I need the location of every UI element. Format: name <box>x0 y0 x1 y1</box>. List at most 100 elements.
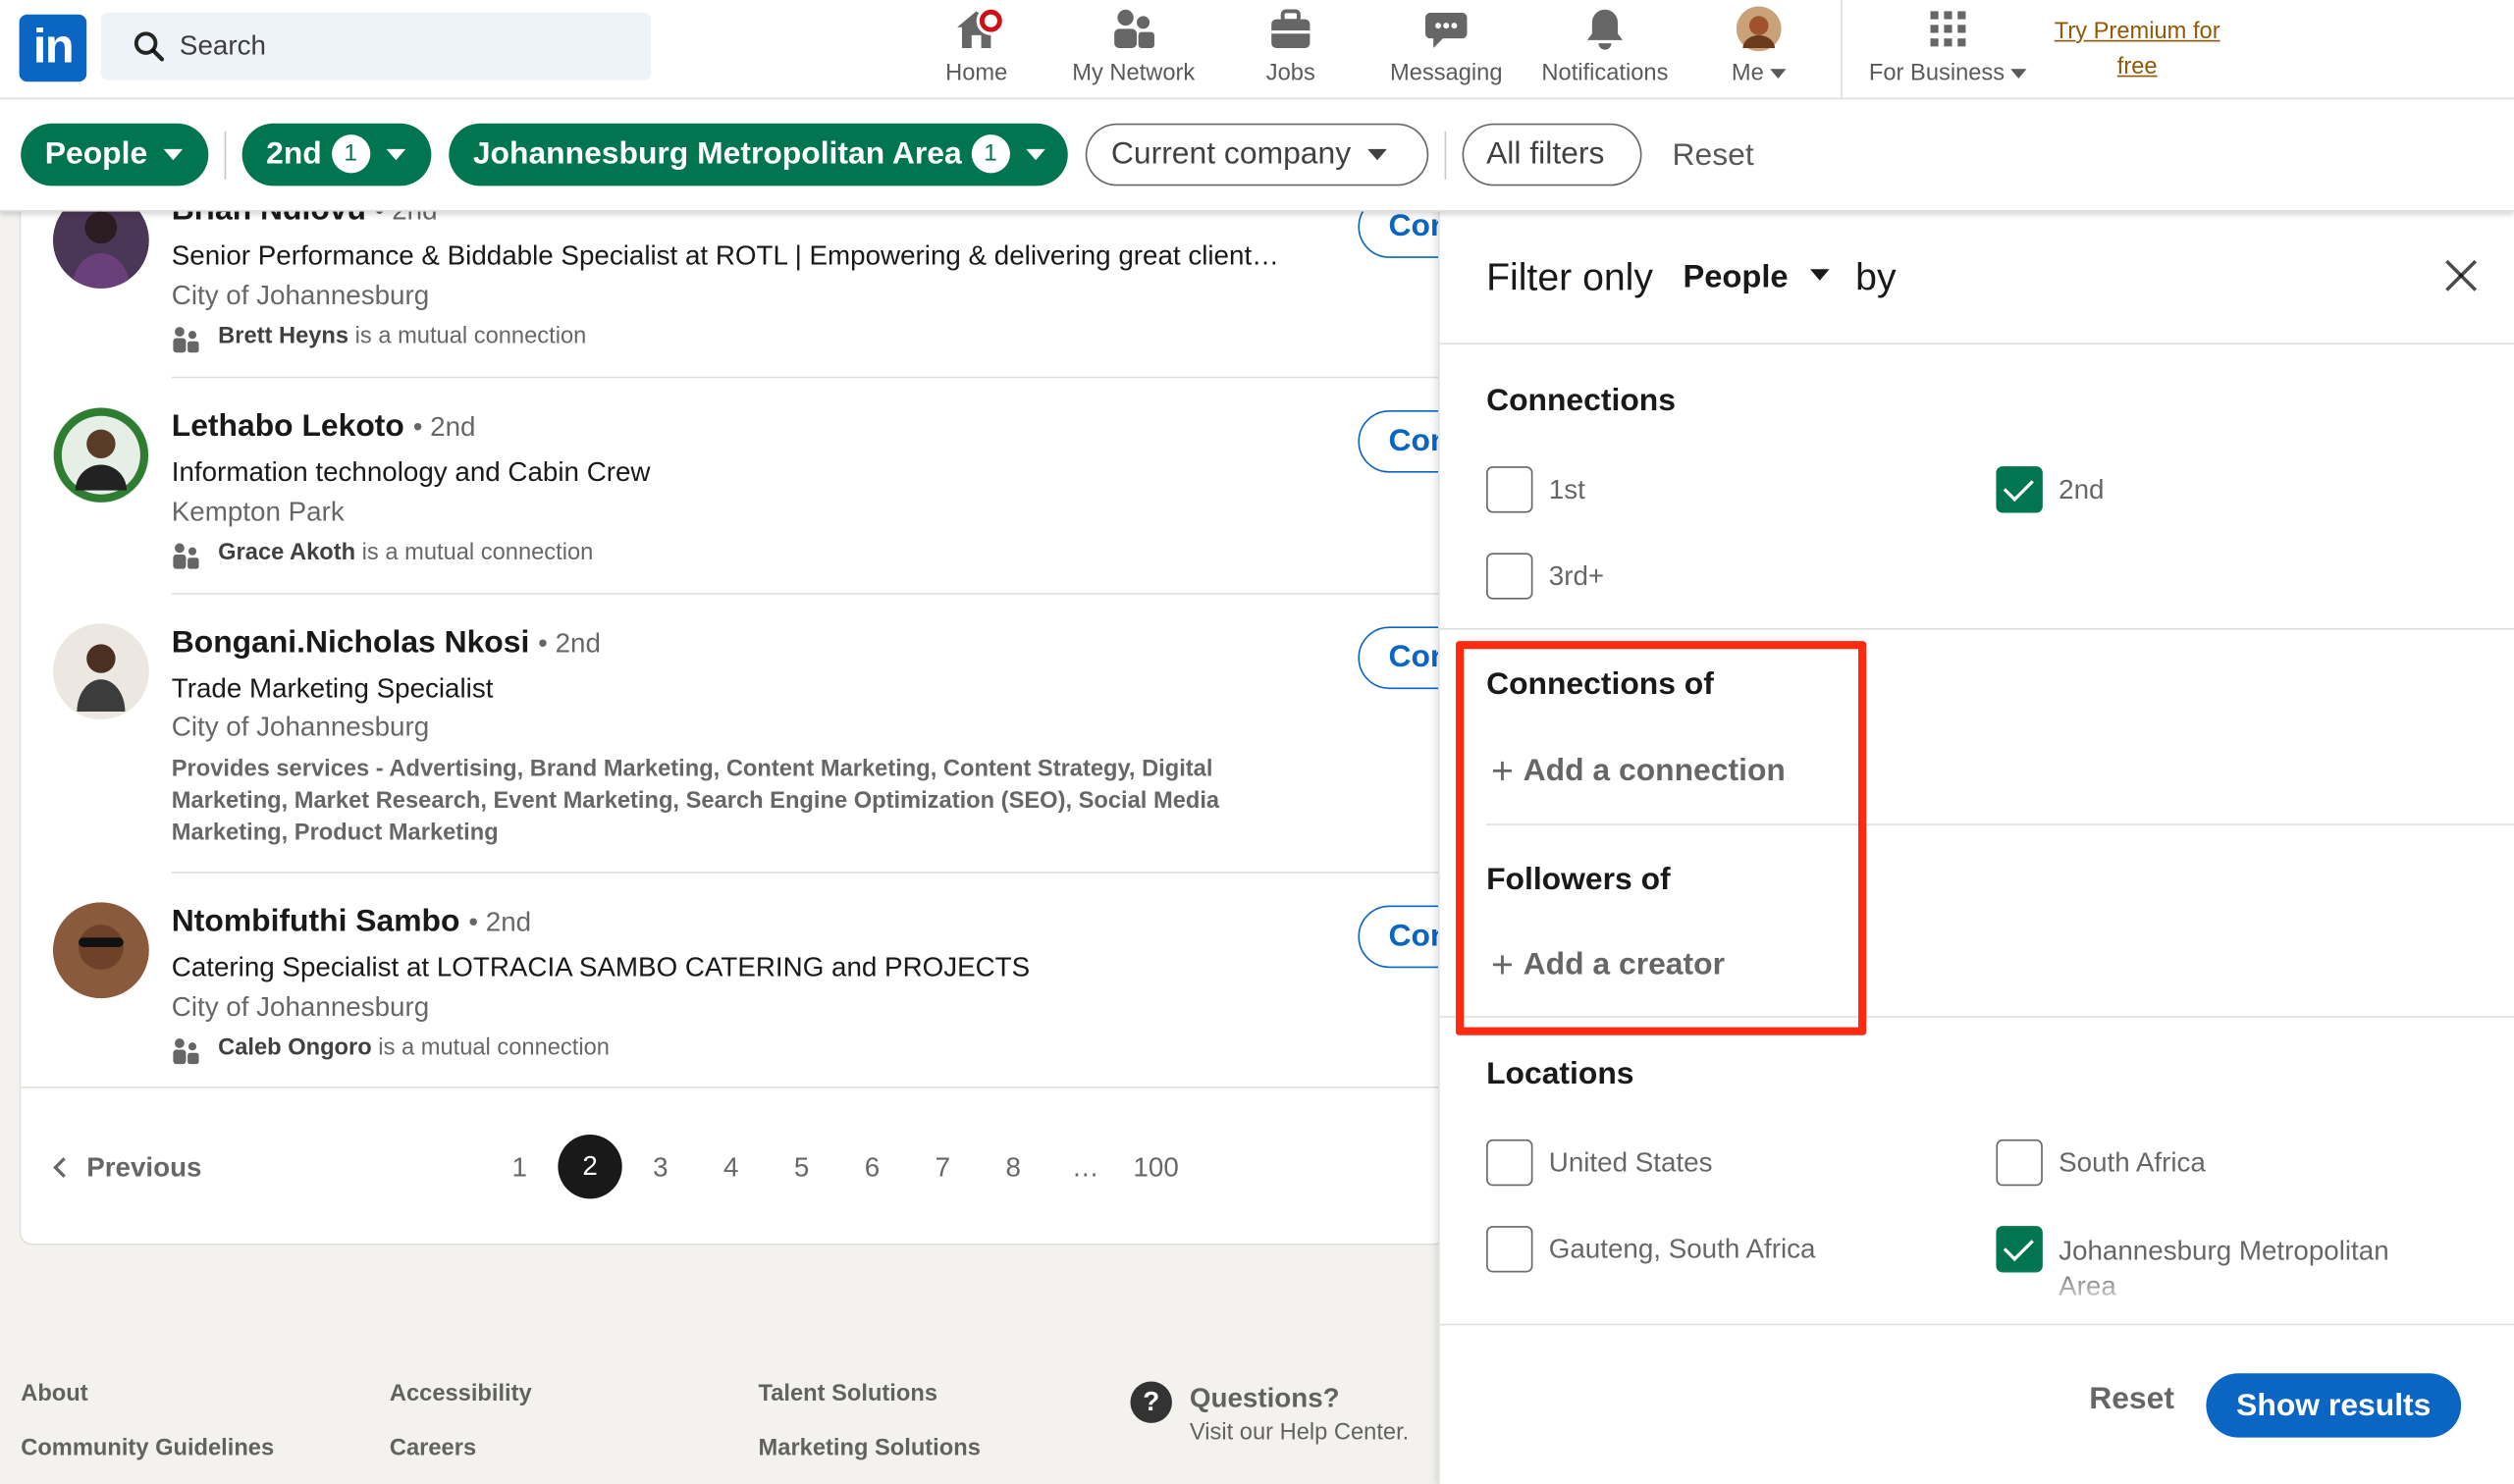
degree-filter-button[interactable]: 2nd 1 <box>241 123 432 186</box>
page-5[interactable]: 5 <box>770 1152 833 1185</box>
panel-divider <box>1486 823 1860 825</box>
chevron-down-icon <box>1366 149 1387 161</box>
checkbox-johannesburg[interactable] <box>1996 1226 2043 1273</box>
footer-link-about[interactable]: About <box>21 1381 87 1406</box>
chevron-left-icon <box>53 1157 74 1178</box>
nav-me-label: Me <box>1725 61 1792 86</box>
footer-link-community-guidelines[interactable]: Community Guidelines <box>21 1436 274 1461</box>
page-4[interactable]: 4 <box>699 1152 763 1185</box>
result-name[interactable]: Brian Ndlovu • 2nd <box>172 212 438 230</box>
footer-link-marketing-solutions[interactable]: Marketing Solutions <box>759 1436 981 1461</box>
nav-for-business[interactable]: For Business <box>1860 7 2037 93</box>
result-location: City of Johannesburg <box>171 711 430 742</box>
people-icon <box>173 543 199 569</box>
connect-button[interactable]: Connect <box>1358 409 1445 473</box>
followers-of-heading: Followers of <box>1486 862 1671 898</box>
add-creator-button[interactable]: + Add a creator <box>1491 944 1725 989</box>
nav-notifications[interactable]: Notifications <box>1532 7 1677 93</box>
page-100[interactable]: 100 <box>1124 1152 1188 1185</box>
chevron-down-icon <box>1026 149 1045 161</box>
checkbox-1st[interactable] <box>1486 466 1533 513</box>
checkbox-united-states[interactable] <box>1486 1139 1533 1187</box>
previous-label: Previous <box>86 1151 202 1184</box>
panel-divider <box>1439 628 2514 630</box>
chevron-down-icon <box>1810 269 1831 281</box>
question-icon: ? <box>1130 1381 1172 1423</box>
result-services: Provides services - Advertising, Brand M… <box>171 756 1220 847</box>
page-2-current[interactable]: 2 <box>558 1135 622 1199</box>
connection-degree: • 2nd <box>412 411 476 443</box>
checkbox-gauteng[interactable] <box>1486 1226 1533 1273</box>
page-1[interactable]: 1 <box>488 1152 552 1185</box>
help-questions: Questions? <box>1189 1383 1340 1414</box>
current-company-filter-button[interactable]: Current company <box>1085 123 1429 186</box>
nav-me-text: Me <box>1731 61 1764 87</box>
filter-count-badge: 1 <box>971 134 1010 174</box>
result-headline: Catering Specialist at LOTRACIA SAMBO CA… <box>171 951 1031 982</box>
panel-footer: Reset Show results <box>1439 1323 2514 1484</box>
result-divider <box>171 593 1445 595</box>
footer-link-careers[interactable]: Careers <box>390 1436 476 1461</box>
avatar[interactable] <box>52 902 149 999</box>
people-icon <box>173 327 199 353</box>
connect-button[interactable]: Connect <box>1358 626 1445 690</box>
help-center-link[interactable]: Visit our Help Center. <box>1190 1420 1409 1446</box>
location-filter-label: Johannesburg Metropolitan Area <box>472 135 962 172</box>
footer-link-accessibility[interactable]: Accessibility <box>390 1381 532 1406</box>
search-input[interactable]: Search <box>100 13 652 80</box>
add-connection-button[interactable]: + Add a connection <box>1491 750 1786 795</box>
plus-icon: + <box>1490 750 1514 794</box>
connect-button[interactable]: Connect <box>1358 905 1445 969</box>
people-filter-button[interactable]: People <box>21 123 209 186</box>
connection-degree: • 2nd <box>538 628 601 660</box>
connection-degree: • 2nd <box>375 212 438 227</box>
premium-line-2: free <box>2116 54 2158 80</box>
pagination: Previous 1 2 3 4 5 6 7 8 … 100 <box>21 1086 1445 1244</box>
panel-reset-button[interactable]: Reset <box>2089 1381 2174 1418</box>
checkbox-2nd[interactable] <box>1996 466 2043 513</box>
filter-count-badge: 1 <box>331 134 370 174</box>
result-name-text: Ntombifuthi Sambo <box>171 903 460 939</box>
mutual-text: Caleb Ongoro is a mutual connection <box>218 1035 610 1061</box>
nav-for-business-text: For Business <box>1868 61 2006 87</box>
mutual-suffix: is a mutual connection <box>355 540 594 566</box>
premium-line-1: Try Premium for <box>2054 19 2220 45</box>
avatar[interactable] <box>52 406 149 504</box>
try-premium-link[interactable]: Try Premium for free <box>2038 15 2237 85</box>
page-3[interactable]: 3 <box>628 1152 692 1185</box>
show-results-button[interactable]: Show results <box>2206 1373 2462 1438</box>
nav-home[interactable]: Home <box>936 6 1017 93</box>
checkbox-united-states-label: United States <box>1548 1147 1713 1179</box>
location-filter-button[interactable]: Johannesburg Metropolitan Area 1 <box>449 123 1068 186</box>
page-7[interactable]: 7 <box>911 1152 975 1185</box>
result-name[interactable]: Lethabo Lekoto • 2nd <box>172 408 476 446</box>
result-name[interactable]: Ntombifuthi Sambo • 2nd <box>172 904 531 941</box>
avatar[interactable] <box>52 211 149 289</box>
nav-me[interactable]: Me <box>1725 6 1792 93</box>
bell-icon <box>1582 7 1628 52</box>
page-6[interactable]: 6 <box>840 1152 904 1185</box>
checkbox-south-africa[interactable] <box>1996 1139 2043 1187</box>
panel-title-prefix: Filter only <box>1486 256 1653 300</box>
mutual-text: Brett Heyns is a mutual connection <box>218 324 586 349</box>
all-filters-button[interactable]: All filters <box>1462 123 1642 186</box>
connect-button[interactable]: Connect <box>1358 211 1445 258</box>
linkedin-logo[interactable]: in <box>19 14 87 82</box>
reset-filters-button[interactable]: Reset <box>1673 137 1754 175</box>
footer-link-talent-solutions[interactable]: Talent Solutions <box>759 1381 937 1406</box>
nav-my-network[interactable]: My Network <box>1061 7 1205 93</box>
result-type-dropdown[interactable]: People <box>1683 260 1855 294</box>
nav-messaging[interactable]: Messaging <box>1382 7 1511 93</box>
previous-page-button[interactable]: Previous <box>53 1151 202 1185</box>
mutual-name: Brett Heyns <box>218 323 349 349</box>
close-icon[interactable] <box>2442 256 2481 294</box>
result-name-text: Lethabo Lekoto <box>171 408 404 445</box>
current-company-label: Current company <box>1110 135 1352 172</box>
chevron-down-icon <box>386 149 405 161</box>
result-name[interactable]: Bongani.Nicholas Nkosi • 2nd <box>172 625 601 662</box>
checkbox-3rd[interactable] <box>1486 553 1533 600</box>
nav-jobs[interactable]: Jobs <box>1257 7 1325 93</box>
avatar[interactable] <box>52 623 149 720</box>
checkbox-gauteng-label: Gauteng, South Africa <box>1548 1234 1816 1265</box>
page-8[interactable]: 8 <box>982 1152 1045 1185</box>
